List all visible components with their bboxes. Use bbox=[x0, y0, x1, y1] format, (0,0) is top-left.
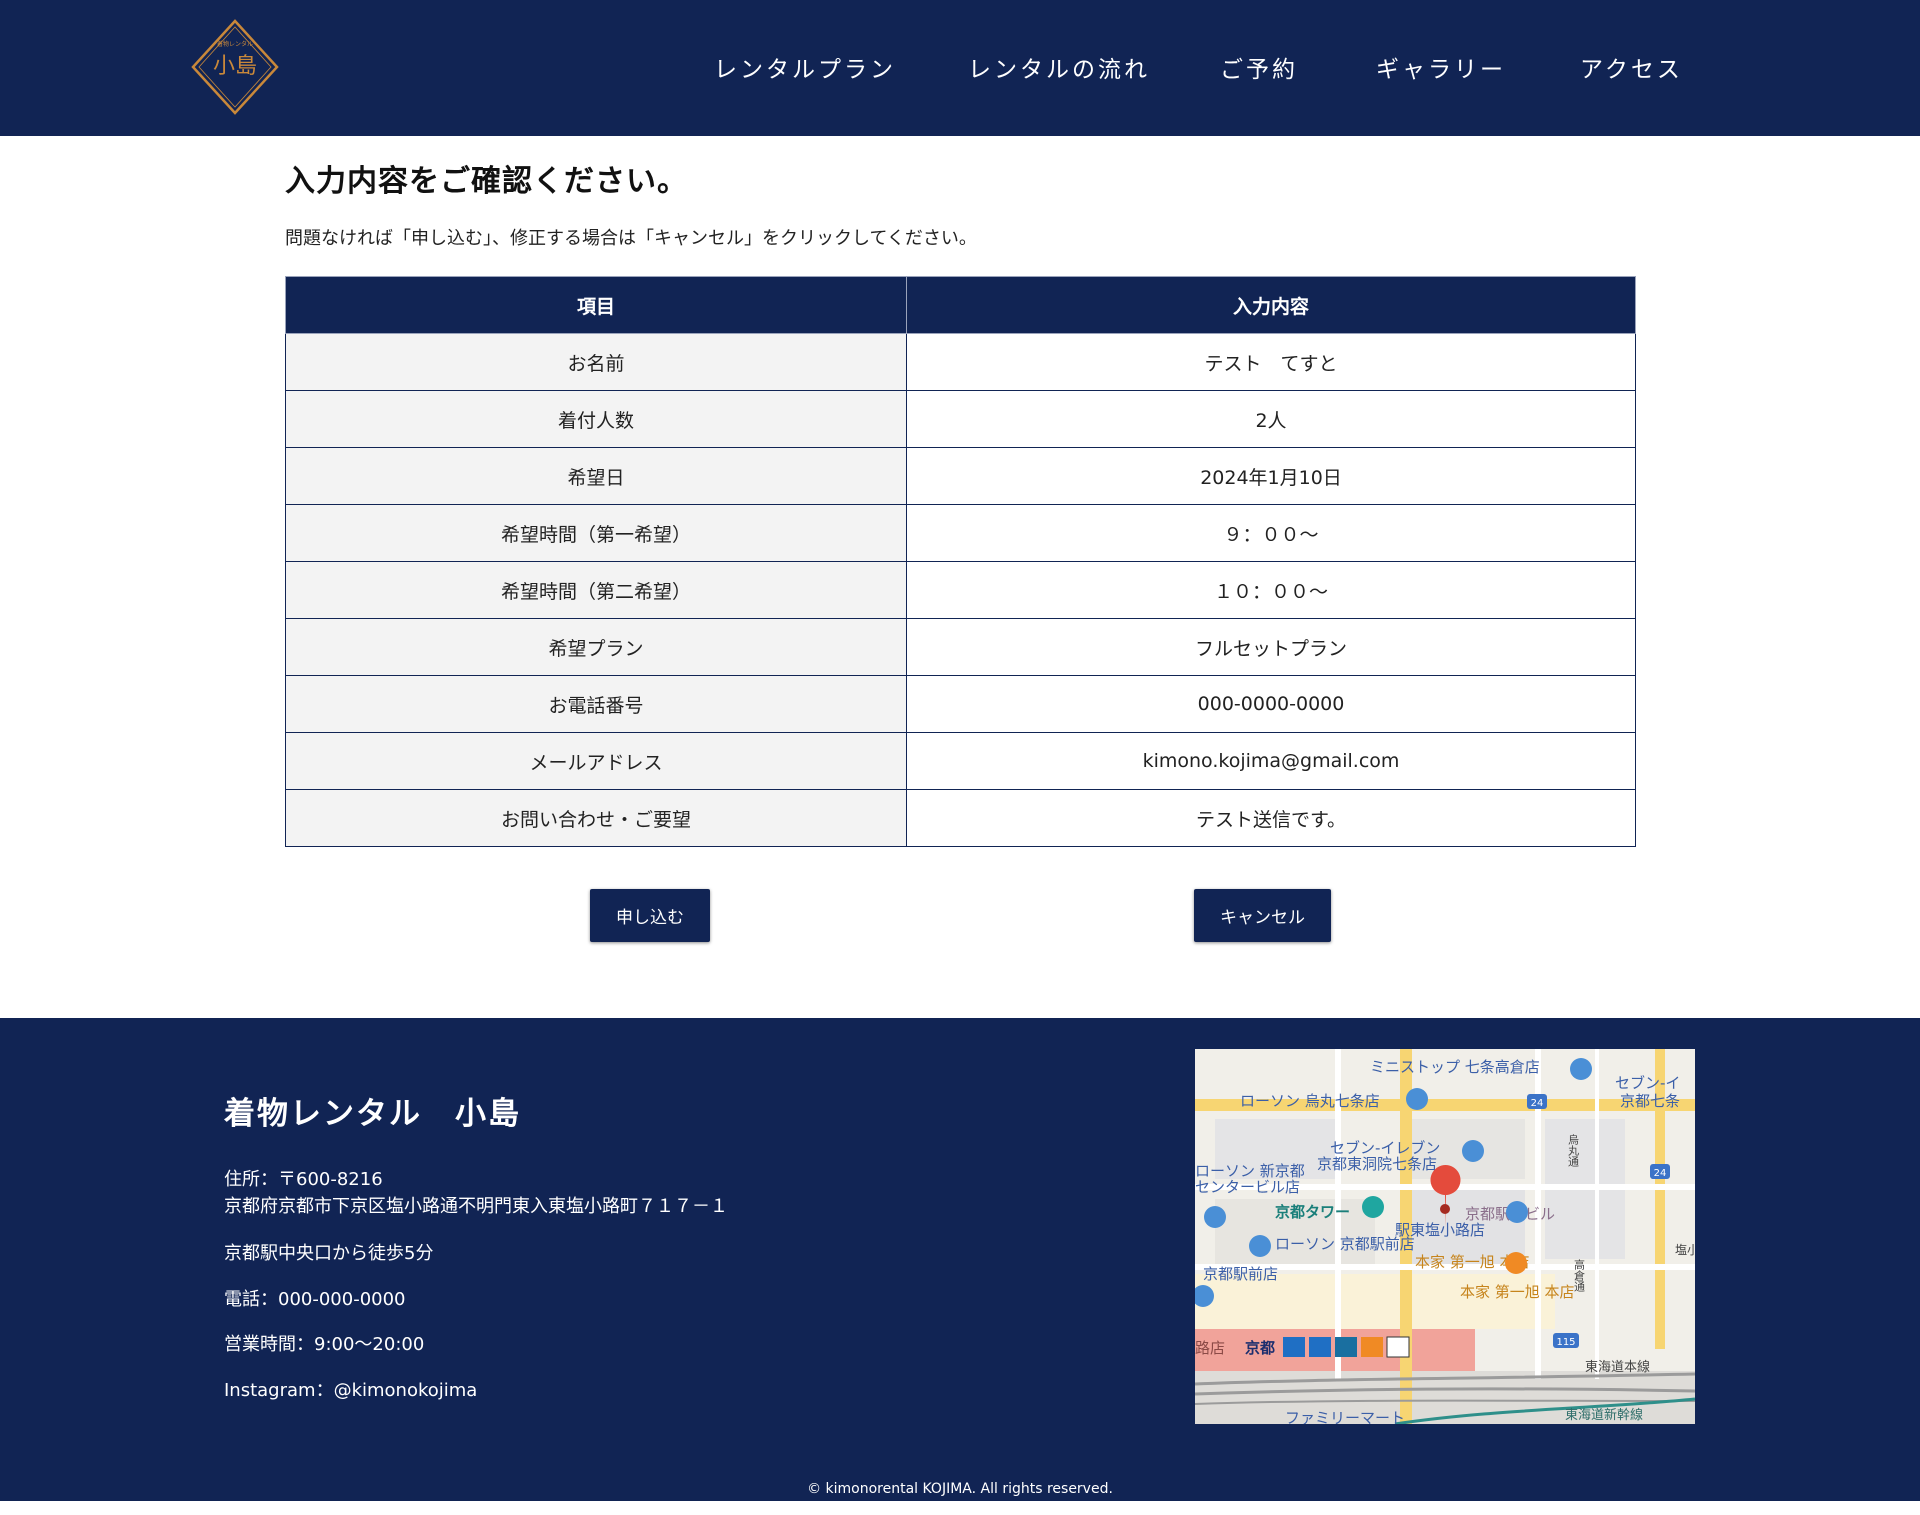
address-street: 京都府京都市下京区塩小路通不明門東入東塩小路町７１７－１ bbox=[224, 1196, 728, 1217]
map-label-lawson-shin2: センタービル店 bbox=[1195, 1178, 1300, 1196]
table-row: 希望時間（第一希望） ９：００～ bbox=[285, 504, 1636, 562]
site-header: 小島 着物レンタル レンタルプラン レンタルの流れ ご予約 ギャラリー アクセス bbox=[0, 0, 1920, 136]
row-value: kimono.kojima@gmail.com bbox=[906, 732, 1636, 790]
logo-small-text: 着物レンタル bbox=[217, 40, 253, 48]
table-row: 着付人数 2人 bbox=[285, 390, 1636, 448]
footer-phone: 電話：000-000-0000 bbox=[224, 1289, 406, 1310]
row-label: 希望時間（第一希望） bbox=[285, 504, 907, 562]
map-label-tokaido: 東海道本線 bbox=[1585, 1359, 1650, 1375]
table-header-row: 項目 入力内容 bbox=[285, 276, 1636, 334]
confirm-table: 項目 入力内容 お名前 テスト てすと 着付人数 2人 希望日 2024年1月1… bbox=[285, 276, 1636, 847]
row-label: 希望プラン bbox=[285, 618, 907, 676]
footer-hours: 営業時間：9:00～20:00 bbox=[224, 1334, 425, 1355]
nav-access[interactable]: アクセス bbox=[1580, 48, 1683, 92]
map-label-lawson-ekimae: ローソン 京都駅前店 bbox=[1275, 1235, 1415, 1253]
route-24-shield-2: 24 bbox=[1654, 1168, 1667, 1179]
table-row: お名前 テスト てすと bbox=[285, 333, 1636, 391]
page-title: 入力内容をご確認ください。 bbox=[285, 164, 688, 199]
map-label-honke2: 本家 第一旭 本店 bbox=[1460, 1283, 1575, 1301]
main-nav: レンタルプラン レンタルの流れ ご予約 ギャラリー アクセス bbox=[0, 48, 1920, 92]
access-map[interactable]: ミニストップ 七条高倉店 セブン-イ 京都七条 ローソン 烏丸七条店 セブン-イ… bbox=[1195, 1049, 1695, 1424]
nav-rental-flow[interactable]: レンタルの流れ bbox=[968, 48, 1150, 92]
map-label-ministop: ミニストップ 七条高倉店 bbox=[1370, 1058, 1540, 1076]
row-label: メールアドレス bbox=[285, 732, 907, 790]
table-row: お問い合わせ・ご要望 テスト送信です。 bbox=[285, 789, 1636, 847]
row-label: お問い合わせ・ご要望 bbox=[285, 789, 907, 847]
row-label: 希望時間（第二希望） bbox=[285, 561, 907, 619]
copyright: © kimonorental KOJIMA. All rights reserv… bbox=[807, 1481, 1113, 1497]
row-value: 2人 bbox=[906, 390, 1636, 448]
header-item: 項目 bbox=[285, 276, 907, 334]
row-label: お名前 bbox=[285, 333, 907, 391]
row-value: １０：００～ bbox=[906, 561, 1636, 619]
table-row: 希望時間（第二希望） １０：００～ bbox=[285, 561, 1636, 619]
footer-instagram[interactable]: Instagram：@kimonokojima bbox=[224, 1377, 477, 1404]
map-label-kyoto-tower: 京都タワー bbox=[1275, 1203, 1350, 1221]
map-label-kyoto-station: 京都 bbox=[1245, 1339, 1275, 1357]
table-row: メールアドレス kimono.kojima@gmail.com bbox=[285, 732, 1636, 790]
header-content: 入力内容 bbox=[906, 276, 1636, 334]
map-label-seven-higashi2: 京都東洞院七条店 bbox=[1317, 1155, 1437, 1173]
map-label-karasuma-dori: 烏丸通 bbox=[1567, 1133, 1580, 1167]
map-label-kyoto-ekimae: 京都駅前店 bbox=[1203, 1265, 1278, 1283]
map-label-shinkansen: 東海道新幹線 bbox=[1565, 1407, 1643, 1423]
table-row: お電話番号 000-0000-0000 bbox=[285, 675, 1636, 733]
route-115-shield: 115 bbox=[1556, 1337, 1575, 1348]
map-label-higashi-shiokoji: 駅東塩小路店 bbox=[1395, 1221, 1485, 1239]
address-postal: 住所：〒600-8216 bbox=[224, 1169, 383, 1190]
table-row: 希望日 2024年1月10日 bbox=[285, 447, 1636, 505]
route-24-shield: 24 bbox=[1531, 1098, 1544, 1109]
map-label-shio: 塩小 bbox=[1675, 1242, 1695, 1257]
row-label: 着付人数 bbox=[285, 390, 907, 448]
map-label-seven-top: セブン-イ bbox=[1615, 1074, 1680, 1092]
map-label-family: ファミリーマート bbox=[1285, 1409, 1405, 1424]
row-value: テスト送信です。 bbox=[906, 789, 1636, 847]
nav-gallery[interactable]: ギャラリー bbox=[1376, 48, 1506, 92]
submit-button[interactable]: 申し込む bbox=[590, 889, 710, 942]
nav-rental-plan[interactable]: レンタルプラン bbox=[714, 48, 896, 92]
nav-reservation[interactable]: ご予約 bbox=[1220, 48, 1298, 92]
map-label-takakura: 高倉通 bbox=[1573, 1258, 1586, 1292]
footer-shop-name: 着物レンタル 小島 bbox=[224, 1096, 521, 1132]
row-value: 2024年1月10日 bbox=[906, 447, 1636, 505]
map-label-seven-top2: 京都七条 bbox=[1620, 1092, 1680, 1110]
row-label: 希望日 bbox=[285, 447, 907, 505]
row-label: お電話番号 bbox=[285, 675, 907, 733]
footer-address: 住所：〒600-8216 京都府京都市下京区塩小路通不明門東入東塩小路町７１７－… bbox=[224, 1166, 728, 1220]
row-value: ９：００～ bbox=[906, 504, 1636, 562]
confirm-section: 入力内容をご確認ください。 問題なければ「申し込む」、修正する場合は「キャンセル… bbox=[285, 160, 1636, 847]
station-icons bbox=[1283, 1336, 1410, 1358]
site-footer: 着物レンタル 小島 住所：〒600-8216 京都府京都市下京区塩小路通不明門東… bbox=[0, 1018, 1920, 1501]
row-value: テスト てすと bbox=[906, 333, 1636, 391]
map-label-rozan: 路店 bbox=[1195, 1339, 1225, 1357]
map-canvas: ミニストップ 七条高倉店 セブン-イ 京都七条 ローソン 烏丸七条店 セブン-イ… bbox=[1195, 1049, 1695, 1424]
row-value: フルセットプラン bbox=[906, 618, 1636, 676]
map-label-lawson-karasuma: ローソン 烏丸七条店 bbox=[1240, 1092, 1380, 1110]
row-value: 000-0000-0000 bbox=[906, 675, 1636, 733]
footer-directions: 京都駅中央口から徒歩5分 bbox=[224, 1243, 434, 1264]
cancel-button[interactable]: キャンセル bbox=[1194, 889, 1331, 942]
instruction-text: 問題なければ「申し込む」、修正する場合は「キャンセル」をクリックしてください。 bbox=[285, 228, 977, 249]
table-row: 希望プラン フルセットプラン bbox=[285, 618, 1636, 676]
